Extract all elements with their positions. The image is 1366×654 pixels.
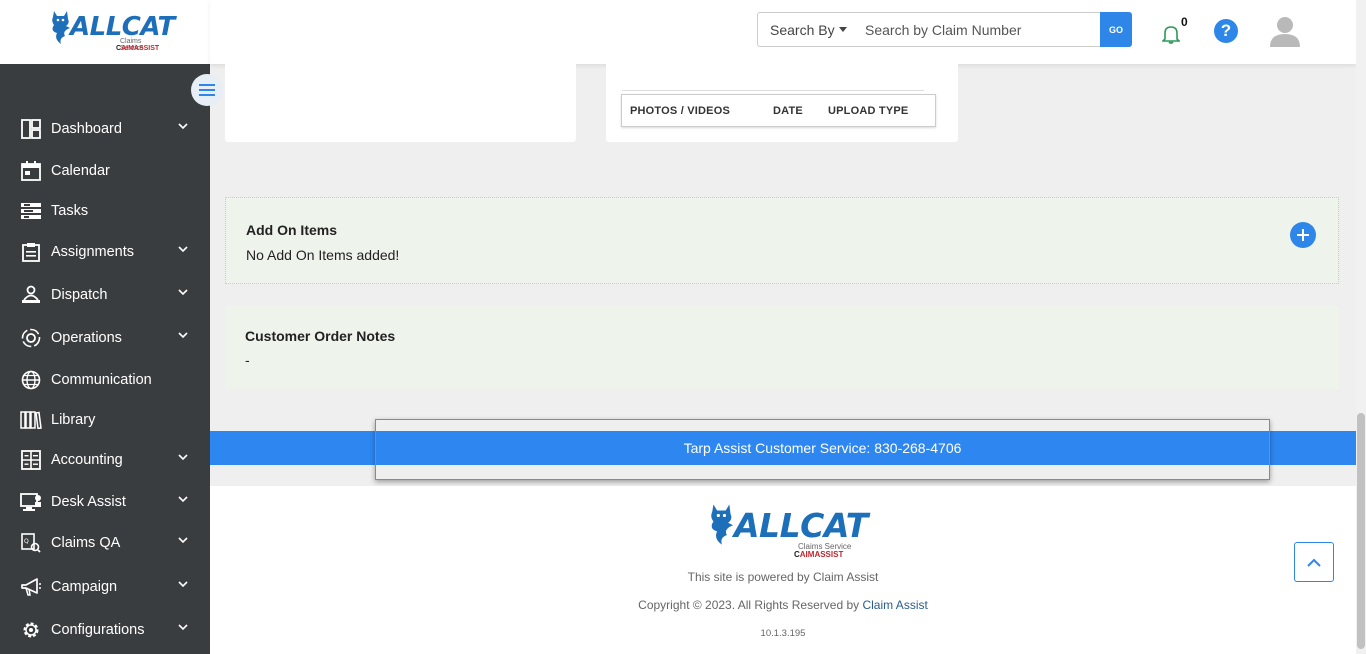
sidebar-item-label: Campaign — [51, 579, 118, 595]
copyright-prefix: Copyright © 2023. All Rights Reserved by — [638, 598, 860, 612]
caret-down-icon — [838, 27, 847, 32]
media-table-header: PHOTOS / VIDEOS DATE UPLOAD TYPE — [621, 94, 936, 127]
sidebar-item-label: Claims QA — [51, 535, 121, 551]
desk-assist-icon — [20, 491, 42, 513]
sidebar-item-label: Library — [51, 412, 96, 428]
search-by-dropdown[interactable]: Search By — [757, 12, 854, 47]
add-on-items-title: Add On Items — [246, 222, 338, 238]
info-card-left — [225, 64, 576, 142]
chevron-down-icon — [178, 454, 188, 461]
sidebar-item-label: Dispatch — [51, 287, 108, 303]
user-avatar[interactable] — [1268, 14, 1302, 48]
chevron-down-icon — [178, 289, 188, 296]
customer-order-notes-value: - — [245, 352, 250, 368]
sidebar-toggle-button[interactable] — [191, 74, 223, 106]
claims-qa-icon: Q — [20, 532, 42, 554]
sidebar-item-label: Desk Assist — [51, 494, 126, 510]
notification-count: 0 — [1181, 15, 1188, 29]
customer-service-text: Tarp Assist Customer Service: 830-268-47… — [683, 440, 962, 456]
page-scrollbar[interactable] — [1356, 0, 1366, 654]
dashboard-icon — [20, 118, 42, 140]
tasks-icon — [20, 200, 42, 222]
sidebar-item-communication[interactable]: Communication — [0, 360, 210, 400]
divider — [622, 90, 924, 91]
claim-assist-link[interactable]: Claim Assist — [862, 598, 927, 612]
sidebar-item-claims-qa[interactable]: Q Claims QA — [0, 523, 210, 563]
help-icon: ? — [1220, 21, 1232, 40]
help-button[interactable]: ? — [1214, 19, 1238, 43]
sidebar-item-dispatch[interactable]: Dispatch — [0, 275, 210, 315]
chevron-down-icon — [178, 537, 188, 544]
bell-icon[interactable] — [1162, 24, 1180, 44]
hamburger-icon — [199, 84, 215, 96]
dispatch-icon — [20, 284, 42, 306]
chevron-down-icon — [178, 332, 188, 339]
footer-brand-powered-by: CAIMASSIST — [794, 550, 844, 559]
sidebar-item-desk-assist[interactable]: Desk Assist — [0, 482, 210, 522]
chevron-down-icon — [178, 246, 188, 253]
clipboard-icon — [20, 241, 42, 263]
sidebar-item-calendar[interactable]: Calendar — [0, 151, 210, 191]
sidebar-item-operations[interactable]: Operations — [0, 318, 210, 358]
copyright-text: Copyright © 2023. All Rights Reserved by… — [210, 598, 1356, 612]
sidebar-item-label: Operations — [51, 330, 122, 346]
add-on-items-empty: No Add On Items added! — [246, 247, 400, 263]
column-upload-type: UPLOAD TYPE — [828, 105, 909, 117]
chevron-up-icon — [1307, 558, 1321, 567]
sidebar-item-campaign[interactable]: Campaign — [0, 567, 210, 607]
chevron-down-icon — [178, 581, 188, 588]
chevron-down-icon — [178, 496, 188, 503]
scrollbar-thumb[interactable] — [1357, 413, 1365, 649]
megaphone-icon — [20, 576, 42, 598]
footer-brand-name: ALLCAT — [734, 506, 868, 545]
header-logo[interactable]: ALLCAT Claims Service CAIMASSIST — [48, 8, 175, 52]
brand-powered-by: CAIMASSIST — [116, 45, 160, 52]
sidebar-item-label: Calendar — [51, 163, 110, 179]
sidebar-item-label: Communication — [51, 372, 152, 388]
add-on-items-panel: Add On Items No Add On Items added! — [225, 197, 1339, 284]
calendar-icon — [20, 160, 42, 182]
gear-icon — [20, 619, 42, 641]
sidebar-item-configurations[interactable]: Configurations — [0, 610, 210, 650]
sidebar-item-assignments[interactable]: Assignments — [0, 232, 210, 272]
column-date: DATE — [773, 105, 803, 117]
sidebar-item-library[interactable]: Library — [0, 400, 210, 440]
version-number: 10.1.3.195 — [760, 628, 806, 639]
powered-by-text: This site is powered by Claim Assist — [687, 570, 879, 584]
brand-area: ALLCAT Claims Service CAIMASSIST — [0, 0, 210, 64]
scroll-to-top-button[interactable] — [1294, 542, 1334, 582]
customer-order-notes-title: Customer Order Notes — [245, 328, 396, 344]
column-photos-videos: PHOTOS / VIDEOS — [630, 105, 730, 117]
footer: ALLCAT Claims Service CAIMASSIST This si… — [210, 486, 1356, 654]
sidebar-item-label: Configurations — [51, 622, 145, 638]
svg-text:Q: Q — [24, 538, 29, 545]
customer-order-notes-panel: Customer Order Notes - — [225, 306, 1339, 389]
search-by-label: Search By — [770, 21, 835, 38]
sidebar-item-label: Tasks — [51, 203, 89, 219]
search-go-button[interactable]: GO — [1100, 12, 1132, 47]
library-icon — [20, 409, 42, 431]
claim-search-input[interactable] — [853, 12, 1101, 47]
sidebar-item-dashboard[interactable]: Dashboard — [0, 109, 210, 149]
sidebar-item-accounting[interactable]: Accounting — [0, 440, 210, 480]
operations-icon — [20, 327, 42, 349]
globe-icon — [20, 369, 42, 391]
plus-icon — [1297, 229, 1309, 241]
footer-logo: ALLCAT Claims Service CAIMASSIST — [706, 502, 868, 559]
sidebar-item-label: Assignments — [51, 244, 135, 260]
add-item-button[interactable] — [1290, 222, 1316, 248]
accounting-icon — [20, 449, 42, 471]
sidebar-item-label: Accounting — [51, 452, 123, 468]
top-header: Search By GO 0 ? — [210, 0, 1356, 64]
chevron-down-icon — [178, 624, 188, 631]
sidebar-item-tasks[interactable]: Tasks — [0, 191, 210, 231]
chevron-down-icon — [178, 123, 188, 130]
sidebar-item-label: Dashboard — [51, 121, 122, 137]
